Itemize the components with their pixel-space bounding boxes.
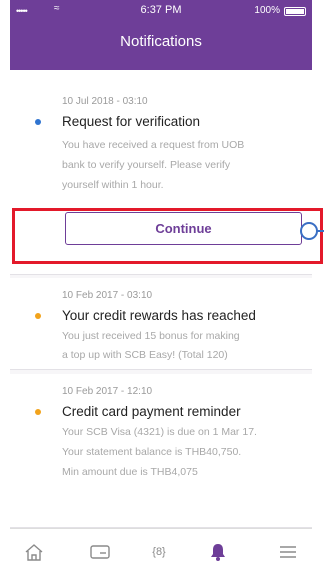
status-bar: ••••• ≈ 6:37 PM 100% (10, 0, 312, 22)
menu-icon (280, 546, 296, 558)
tap-marker-line (316, 230, 324, 232)
notification-body-line: bank to verify yourself. Please verify (62, 159, 231, 171)
notification-date: 10 Jul 2018 - 03:10 (62, 96, 148, 107)
notification-body-line: Your SCB Visa (4321) is due on 1 Mar 17. (62, 426, 257, 438)
phone-screen: ••••• ≈ 6:37 PM 100% Notifications 10 Ju… (0, 0, 324, 575)
notification-item[interactable]: 10 Feb 2017 - 12:10 Credit card payment … (10, 374, 312, 528)
notification-date: 10 Feb 2017 - 12:10 (62, 386, 153, 397)
page-title: Notifications (120, 33, 202, 50)
unread-dot (35, 313, 41, 319)
notification-body-line: Your statement balance is THB40,750. (62, 446, 242, 458)
tab-home[interactable] (20, 539, 48, 565)
highlight-box (12, 208, 323, 264)
unread-dot (35, 409, 41, 415)
app-header: ••••• ≈ 6:37 PM 100% Notifications (10, 0, 312, 70)
bell-icon (211, 544, 225, 561)
notification-item[interactable]: 10 Feb 2017 - 03:10 Your credit rewards … (10, 278, 312, 370)
notification-body-line: You have received a request from UOB (62, 139, 245, 151)
notification-date: 10 Feb 2017 - 03:10 (62, 290, 153, 301)
notification-body-line: You just received 15 bonus for making (62, 330, 240, 342)
tab-rewards[interactable]: {8} (145, 539, 173, 565)
notification-list: 10 Jul 2018 - 03:10 Request for verifica… (10, 70, 312, 528)
notification-title: Credit card payment reminder (62, 404, 241, 419)
home-icon (25, 544, 43, 561)
tab-cards[interactable] (86, 539, 114, 565)
notification-body-line: Min amount due is THB4,075 (62, 466, 198, 478)
tab-notifications[interactable] (204, 539, 232, 565)
unread-dot (35, 119, 41, 125)
battery-icon (284, 7, 306, 16)
notification-title: Your credit rewards has reached (62, 308, 256, 323)
tab-menu[interactable] (274, 539, 302, 565)
rewards-icon: {8} (152, 546, 166, 558)
card-icon (90, 545, 110, 559)
notification-body-line: yourself within 1 hour. (62, 179, 164, 191)
tab-bar: {8} (10, 528, 312, 575)
notification-body-line: a top up with SCB Easy! (Total 120) (62, 349, 228, 361)
battery-percent: 100% (254, 5, 280, 16)
notification-title: Request for verification (62, 114, 201, 129)
